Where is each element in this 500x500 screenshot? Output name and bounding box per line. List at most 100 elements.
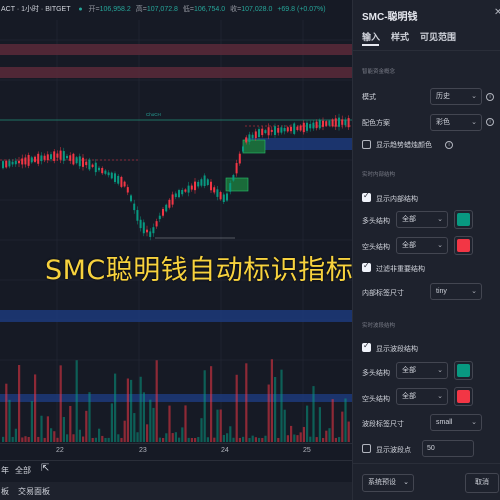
candle-body — [82, 157, 84, 167]
bear-color-swatch[interactable] — [454, 236, 473, 255]
cancel-button[interactable]: 取消 — [465, 473, 499, 493]
volume-bar — [280, 369, 283, 442]
candlestick-chart[interactable]: ChoCH — [0, 0, 352, 460]
candle-body — [18, 160, 20, 164]
volume-bar — [50, 428, 53, 442]
symbol-title[interactable]: ACT · 1小时 · BITGET — [1, 6, 70, 13]
volume-bar — [210, 366, 213, 442]
color-scheme-select[interactable]: 彩色 ⌄ — [430, 114, 482, 131]
volume-bar — [248, 437, 251, 442]
volume-bar — [82, 436, 85, 442]
candle-body — [98, 167, 100, 171]
volume-bar — [328, 428, 331, 442]
candle-body — [78, 156, 81, 167]
volume-bar — [277, 437, 280, 442]
show-swing-points-label: 显示波段点 — [376, 447, 411, 454]
filter-minor-label: 过滤非重要结构 — [376, 266, 425, 273]
chart-area[interactable]: ChoCH ACT · 1小时 · BITGET ● 开=106,958.2 高… — [0, 0, 352, 500]
candle-body — [229, 183, 232, 192]
filter-minor-checkbox[interactable] — [362, 261, 371, 272]
swing-label-size-select[interactable]: small ⌄ — [430, 414, 482, 431]
candle-body — [152, 227, 155, 234]
tab-style[interactable]: 样式 — [391, 30, 409, 43]
candle-body — [235, 163, 238, 174]
candle-body — [219, 192, 222, 200]
candle-body — [101, 167, 104, 174]
volume-bar — [142, 392, 145, 442]
bull-structure-select[interactable]: 全部 ⌄ — [396, 211, 448, 228]
volume-bar — [34, 374, 37, 442]
swing-bear-select[interactable]: 全部 ⌄ — [396, 388, 448, 405]
trend-candle-checkbox[interactable] — [362, 140, 371, 149]
section-header-internal: 实时内部结构 — [362, 172, 396, 178]
candle-body — [318, 120, 321, 129]
chevron-down-icon: ⌄ — [437, 367, 443, 374]
candle-body — [123, 181, 126, 187]
volume-bar — [171, 433, 174, 442]
defaults-button[interactable]: 系统预设 ⌄ — [362, 474, 414, 492]
candle-body — [290, 126, 292, 132]
range-all-button[interactable]: 全部 — [15, 465, 31, 476]
candle-body — [299, 125, 302, 131]
internal-label-size-select[interactable]: tiny ⌄ — [430, 283, 482, 300]
volume-bar — [62, 416, 65, 442]
candle-body — [149, 231, 152, 237]
volume-bar — [299, 432, 302, 442]
volume-bar — [270, 359, 273, 442]
info-icon[interactable]: i — [445, 141, 453, 149]
volume-bar — [146, 424, 149, 442]
volume-bar — [107, 437, 110, 442]
mode-select[interactable]: 历史 ⌄ — [430, 88, 482, 105]
candle-body — [171, 194, 174, 205]
tab-inputs[interactable]: 输入 — [362, 30, 380, 43]
show-internal-checkbox[interactable] — [362, 191, 371, 202]
volume-bar — [302, 426, 305, 442]
candle-body — [155, 221, 158, 227]
volume-bar — [59, 365, 62, 442]
show-swing-checkbox[interactable] — [362, 341, 371, 352]
volume-bar — [178, 437, 181, 442]
candle-body — [104, 170, 107, 174]
chevron-down-icon: ⌄ — [471, 93, 477, 100]
bear-structure-select[interactable]: 全部 ⌄ — [396, 237, 448, 254]
defaults-label: 系统预设 — [368, 479, 396, 486]
volume-bar — [245, 363, 248, 442]
candle-body — [315, 121, 318, 129]
x-tick: 22 — [56, 447, 64, 454]
candle-body — [312, 122, 315, 129]
candle-body — [133, 203, 136, 211]
tab-visibility[interactable]: 可见范围 — [420, 30, 456, 43]
candle-body — [194, 181, 196, 191]
volume-bar — [222, 434, 225, 442]
close-icon[interactable]: ✕ — [494, 7, 500, 18]
volume-bar — [2, 436, 5, 442]
swing-bull-select[interactable]: 全部 ⌄ — [396, 362, 448, 379]
bull-color-swatch[interactable] — [454, 210, 473, 229]
candle-body — [283, 127, 286, 132]
swing-points-input[interactable]: 50 — [422, 440, 474, 457]
range-year-button[interactable]: 年 — [1, 465, 9, 476]
ohlc-change: +69.8 (+0.07%) — [277, 6, 326, 13]
tab-panel[interactable]: 板 — [1, 486, 9, 497]
candle-body — [309, 124, 312, 129]
volume-bar — [69, 405, 72, 442]
show-swing-points-checkbox[interactable] — [362, 444, 371, 453]
info-icon[interactable]: i — [486, 93, 494, 101]
x-tick: 25 — [303, 447, 311, 454]
candle-body — [24, 157, 27, 165]
swing-bull-color-swatch[interactable] — [454, 361, 473, 380]
volume-bar — [206, 437, 209, 442]
swing-bear-color-swatch[interactable] — [454, 387, 473, 406]
candle-body — [91, 164, 94, 167]
info-icon[interactable]: i — [486, 118, 494, 126]
tab-trading-panel[interactable]: 交易面板 — [18, 486, 50, 497]
market-status-icon: ● — [78, 6, 83, 13]
calendar-go-to-icon[interactable]: ⇱ — [41, 463, 49, 474]
candle-body — [206, 179, 209, 186]
candle-body — [181, 189, 184, 195]
candle-body — [126, 187, 129, 193]
volume-bar — [14, 428, 17, 442]
candle-body — [184, 189, 187, 192]
time-axis[interactable]: 22 23 24 25 — [0, 443, 352, 457]
candle-body — [46, 154, 49, 161]
